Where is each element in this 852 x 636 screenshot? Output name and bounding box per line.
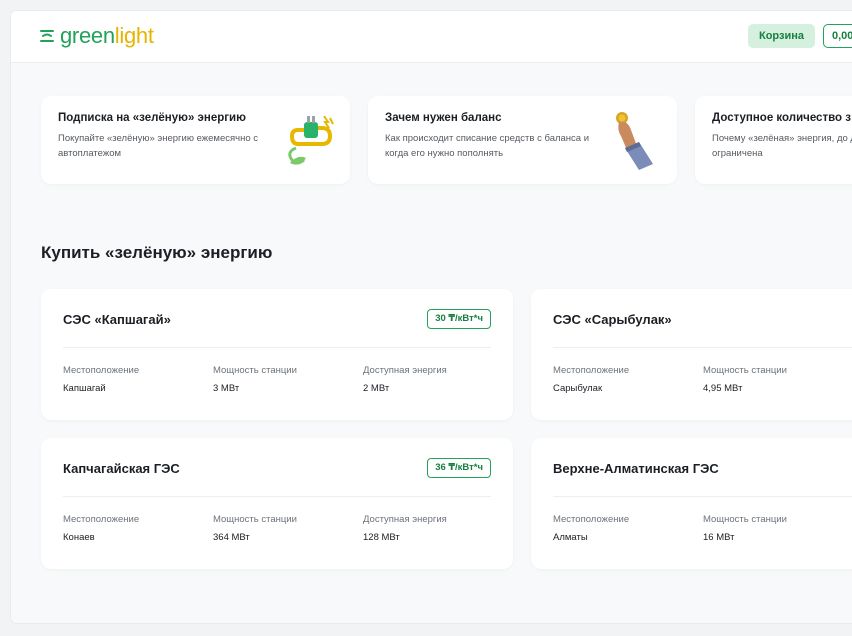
- location-label: Местоположение: [553, 365, 630, 376]
- divider: [63, 347, 491, 348]
- logo-text: greenlight: [60, 23, 154, 49]
- info-card-description: Как происходит списание средств с баланс…: [385, 133, 590, 159]
- available-value: 128 МВт: [363, 532, 400, 543]
- power-label: Мощность станции: [213, 514, 297, 525]
- price-badge: 30 ₸/кВт*ч: [427, 309, 491, 329]
- power-label: Мощность станции: [213, 365, 297, 376]
- station-card[interactable]: Верхне-Алматинская ГЭС Местоположение Ал…: [531, 438, 852, 569]
- plug-icon: [282, 108, 338, 172]
- app-window: greenlight Корзина 0,00 Подписка на «зел…: [10, 10, 852, 624]
- available-value: 2 МВт: [363, 383, 390, 394]
- greenlight-logo[interactable]: greenlight: [39, 23, 154, 49]
- power-field: Мощность станции 3 МВт: [213, 365, 353, 394]
- logo-mark-icon: [39, 28, 55, 44]
- station-card[interactable]: СЭС «Сарыбулак» Местоположение Сарыбулак…: [531, 289, 852, 420]
- balance-button[interactable]: 0,00: [823, 24, 852, 48]
- location-field: Местоположение Алматы: [553, 514, 693, 543]
- power-label: Мощность станции: [703, 514, 787, 525]
- hand-coin-icon: [609, 108, 665, 172]
- divider: [553, 496, 852, 497]
- available-field: Доступная энергия 128 МВт: [363, 514, 503, 543]
- available-label: Доступная энергия: [363, 514, 447, 525]
- price-badge: 36 ₸/кВт*ч: [427, 458, 491, 478]
- location-value: Сарыбулак: [553, 383, 603, 394]
- divider: [553, 347, 852, 348]
- power-field: Мощность станции 4,95 МВт: [703, 365, 843, 394]
- power-value: 3 МВт: [213, 383, 240, 394]
- location-value: Конаев: [63, 532, 95, 543]
- power-label: Мощность станции: [703, 365, 787, 376]
- station-name: Капчагайская ГЭС: [63, 461, 180, 476]
- power-value: 16 МВт: [703, 532, 735, 543]
- logo-text-light: light: [114, 23, 154, 48]
- top-header: greenlight Корзина 0,00: [11, 11, 852, 63]
- power-field: Мощность станции 16 МВт: [703, 514, 843, 543]
- available-label: Доступная энергия: [363, 365, 447, 376]
- location-label: Местоположение: [553, 514, 630, 525]
- divider: [63, 496, 491, 497]
- location-label: Местоположение: [63, 514, 140, 525]
- power-value: 364 МВт: [213, 532, 250, 543]
- station-card[interactable]: СЭС «Капшагай» 30 ₸/кВт*ч Местоположение…: [41, 289, 513, 420]
- station-name: СЭС «Сарыбулак»: [553, 312, 672, 327]
- station-card[interactable]: Капчагайская ГЭС 36 ₸/кВт*ч Местоположен…: [41, 438, 513, 569]
- power-field: Мощность станции 364 МВт: [213, 514, 353, 543]
- location-label: Местоположение: [63, 365, 140, 376]
- location-value: Алматы: [553, 532, 588, 543]
- station-name: Верхне-Алматинская ГЭС: [553, 461, 719, 476]
- info-card-balance[interactable]: Зачем нужен баланс Как происходит списан…: [368, 96, 677, 184]
- power-value: 4,95 МВт: [703, 383, 743, 394]
- info-card-title: Доступное количество з: [712, 112, 851, 124]
- location-value: Капшагай: [63, 383, 106, 394]
- cart-button[interactable]: Корзина: [748, 24, 815, 48]
- location-field: Местоположение Конаев: [63, 514, 203, 543]
- info-card-description: Почему «зелёная» энергия, до для покупки…: [712, 133, 852, 159]
- station-name: СЭС «Капшагай»: [63, 312, 171, 327]
- info-card-subscription[interactable]: Подписка на «зелёную» энергию Покупайте …: [41, 96, 350, 184]
- info-card-description: Покупайте «зелёную» энергию ежемесячно с…: [58, 133, 258, 159]
- location-field: Местоположение Капшагай: [63, 365, 203, 394]
- info-card-available[interactable]: Доступное количество з Почему «зелёная» …: [695, 96, 852, 184]
- available-field: Доступная энергия 2 МВт: [363, 365, 503, 394]
- section-title: Купить «зелёную» энергию: [41, 243, 273, 262]
- location-field: Местоположение Сарыбулак: [553, 365, 693, 394]
- logo-text-green: green: [60, 23, 115, 48]
